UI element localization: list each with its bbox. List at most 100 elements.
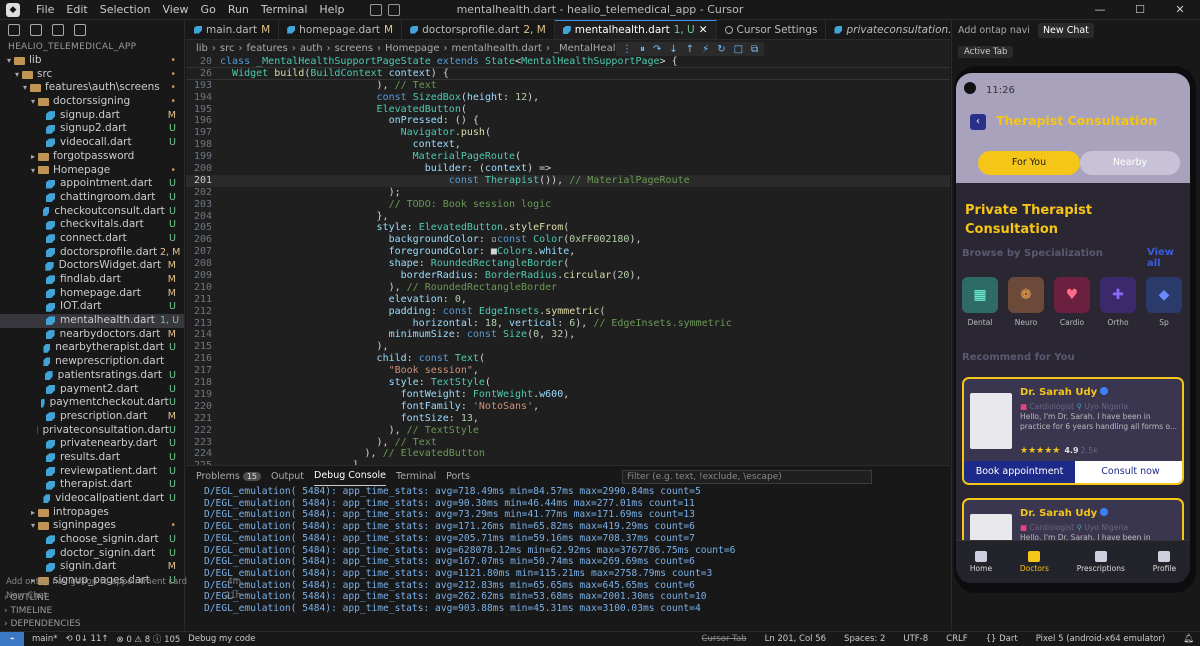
panel-tab-debug-console[interactable]: Debug Console	[314, 467, 386, 486]
tree-item[interactable]: findlab.dart M	[0, 273, 184, 287]
menu-item-terminal[interactable]: Terminal	[255, 0, 314, 20]
panel-tab-ports[interactable]: Ports	[446, 471, 470, 482]
nearby-tab[interactable]: Nearby	[1080, 151, 1180, 175]
specialization-item[interactable]: ▦ Dental	[962, 277, 998, 327]
tree-item[interactable]: checkoutconsult.dart U	[0, 205, 184, 219]
specialization-item[interactable]: ◆ Sp	[1146, 277, 1182, 327]
chat-history-item[interactable]: Add ontap navigation to appointment card…	[6, 575, 241, 589]
maximize-icon[interactable]: ☐	[1120, 0, 1160, 20]
problems-summary[interactable]: ⊗ 0 ⚠ 8 ⓘ 105	[117, 633, 181, 645]
indentation[interactable]: Spaces: 2	[844, 632, 885, 646]
back-button[interactable]: ‹	[970, 114, 986, 130]
breadcrumb-item[interactable]: mentalhealth.dart	[452, 43, 542, 54]
breadcrumb-item[interactable]: features	[247, 43, 288, 54]
menu-item-run[interactable]: Run	[222, 0, 255, 20]
debug-action-icon[interactable]: ⚡	[702, 44, 709, 55]
section-dependencies[interactable]: › DEPENDENCIES	[0, 618, 184, 631]
panel-tab-terminal[interactable]: Terminal	[396, 471, 436, 482]
notifications-icon[interactable]: 🔔︎	[1183, 632, 1194, 646]
tree-item[interactable]: newprescription.dart	[0, 355, 184, 369]
tree-item[interactable]: connect.dart U	[0, 232, 184, 246]
tree-item[interactable]: homepage.dart M	[0, 287, 184, 301]
tree-item[interactable]: appointment.dart U	[0, 177, 184, 191]
tree-item[interactable]: therapist.dart U	[0, 478, 184, 492]
tree-item[interactable]: payment2.dart U	[0, 383, 184, 397]
editor-tab[interactable]: Cursor Settings	[717, 20, 827, 39]
debug-action-icon[interactable]: ↷	[653, 44, 661, 55]
tree-item[interactable]: ▾ doctorssigning •	[0, 95, 184, 109]
section-timeline[interactable]: › TIMELINE	[0, 605, 184, 618]
tree-item[interactable]: signin.dart M	[0, 560, 184, 574]
tree-item[interactable]: nearbytherapist.dart U	[0, 341, 184, 355]
close-icon[interactable]: ✕	[1160, 0, 1200, 20]
source-control-icon[interactable]	[52, 24, 64, 36]
chat-tab-new[interactable]: New Chat	[1037, 22, 1094, 38]
menu-item-edit[interactable]: Edit	[60, 0, 93, 20]
line-endings[interactable]: CRLF	[946, 632, 967, 646]
tree-item[interactable]: ▾ signinpages •	[0, 519, 184, 533]
view-all-link[interactable]: View all	[1147, 247, 1190, 269]
search-icon[interactable]	[30, 24, 42, 36]
tree-item[interactable]: signup2.dart U	[0, 122, 184, 136]
menu-item-file[interactable]: File	[30, 0, 60, 20]
panel-tab-output[interactable]: Output	[271, 471, 304, 482]
language-mode[interactable]: {} Dart	[986, 632, 1018, 646]
back-arrow-icon[interactable]	[370, 3, 383, 16]
cursor-position[interactable]: Ln 201, Col 56	[765, 632, 826, 646]
tree-item[interactable]: prescription.dart M	[0, 410, 184, 424]
remote-icon[interactable]: ⌁	[0, 631, 24, 646]
close-icon[interactable]: ✕	[699, 24, 708, 36]
minimize-icon[interactable]: —	[1080, 0, 1120, 20]
tree-item[interactable]: IOT.dart U	[0, 300, 184, 314]
nav-item-home[interactable]: Home	[970, 551, 992, 573]
debug-action-icon[interactable]: ↻	[717, 44, 725, 55]
tree-item[interactable]: ▾ Homepage •	[0, 164, 184, 178]
code-editor[interactable]: 20 class _MentalHealthSupportPageState ex…	[186, 56, 950, 465]
tree-item[interactable]: reviewpatient.dart U	[0, 465, 184, 479]
tree-item[interactable]: privateconsultation.dart U	[0, 424, 184, 438]
panel-tab-problems[interactable]: Problems 15	[196, 471, 262, 482]
debug-action-icon[interactable]: ↑	[686, 44, 694, 55]
nav-item-prescriptions[interactable]: Prescriptions	[1077, 551, 1125, 573]
breadcrumb-item[interactable]: src	[220, 43, 235, 54]
specialization-item[interactable]: ❁ Neuro	[1008, 277, 1044, 327]
editor-tab[interactable]: homepage.dart M	[279, 20, 403, 39]
extensions-icon[interactable]	[74, 24, 86, 36]
explorer-icon[interactable]	[8, 24, 20, 36]
toggle-panel-icon[interactable]	[388, 3, 401, 16]
cursor-tab-status[interactable]: Cursor Tab	[702, 632, 747, 646]
consult-now-button[interactable]: Consult now	[1075, 461, 1182, 483]
specialization-item[interactable]: ✚ Ortho	[1100, 277, 1136, 327]
menu-item-selection[interactable]: Selection	[94, 0, 157, 20]
editor-tab[interactable]: mentalhealth.dart 1, U ✕	[554, 20, 717, 39]
tree-item[interactable]: privatenearby.dart U	[0, 437, 184, 451]
tree-item[interactable]: mentalhealth.dart 1, U	[0, 314, 184, 328]
tree-item[interactable]: ▸ intropages	[0, 506, 184, 520]
menu-item-go[interactable]: Go	[195, 0, 222, 20]
tree-item[interactable]: doctor_signin.dart U	[0, 547, 184, 561]
editor-tab[interactable]: main.dart M	[186, 20, 280, 39]
tree-item[interactable]: DoctorsWidget.dart M	[0, 259, 184, 273]
menu-item-help[interactable]: Help	[313, 0, 350, 20]
tree-item[interactable]: doctorsprofile.dart 2, M	[0, 246, 184, 260]
debug-action-icon[interactable]: ⋮	[622, 44, 632, 55]
debug-launch[interactable]: Debug my code	[188, 634, 255, 644]
breadcrumb-item[interactable]: lib	[196, 43, 208, 54]
nav-item-doctors[interactable]: Doctors	[1020, 551, 1049, 573]
for-you-tab[interactable]: For You	[978, 151, 1080, 175]
tree-item[interactable]: choose_signin.dart U	[0, 533, 184, 547]
console-filter-input[interactable]: Filter (e.g. text, !exclude, \escape)	[622, 470, 872, 484]
debug-action-icon[interactable]: ⏸	[640, 44, 645, 55]
tree-item[interactable]: ▾ features\auth\screens •	[0, 81, 184, 95]
breadcrumb-item[interactable]: Homepage	[385, 43, 440, 54]
tree-item[interactable]: ▾ lib •	[0, 54, 184, 68]
chat-history-item[interactable]: New Chat 21h	[6, 589, 241, 603]
nav-item-profile[interactable]: Profile	[1153, 551, 1176, 573]
tree-item[interactable]: paymentcheckout.dart U	[0, 396, 184, 410]
editor-tab[interactable]: privateconsultation.dartU	[826, 20, 950, 39]
git-sync[interactable]: ⟲ 0↓ 11↑	[66, 634, 109, 644]
doctor-card[interactable]: Dr. Sarah Udy ■ Cardiologist ⚲ Uyo Niger…	[962, 377, 1184, 485]
tree-item[interactable]: nearbydoctors.dart M	[0, 328, 184, 342]
tree-item[interactable]: results.dart U	[0, 451, 184, 465]
book-appointment-button[interactable]: Book appointment	[964, 461, 1075, 483]
